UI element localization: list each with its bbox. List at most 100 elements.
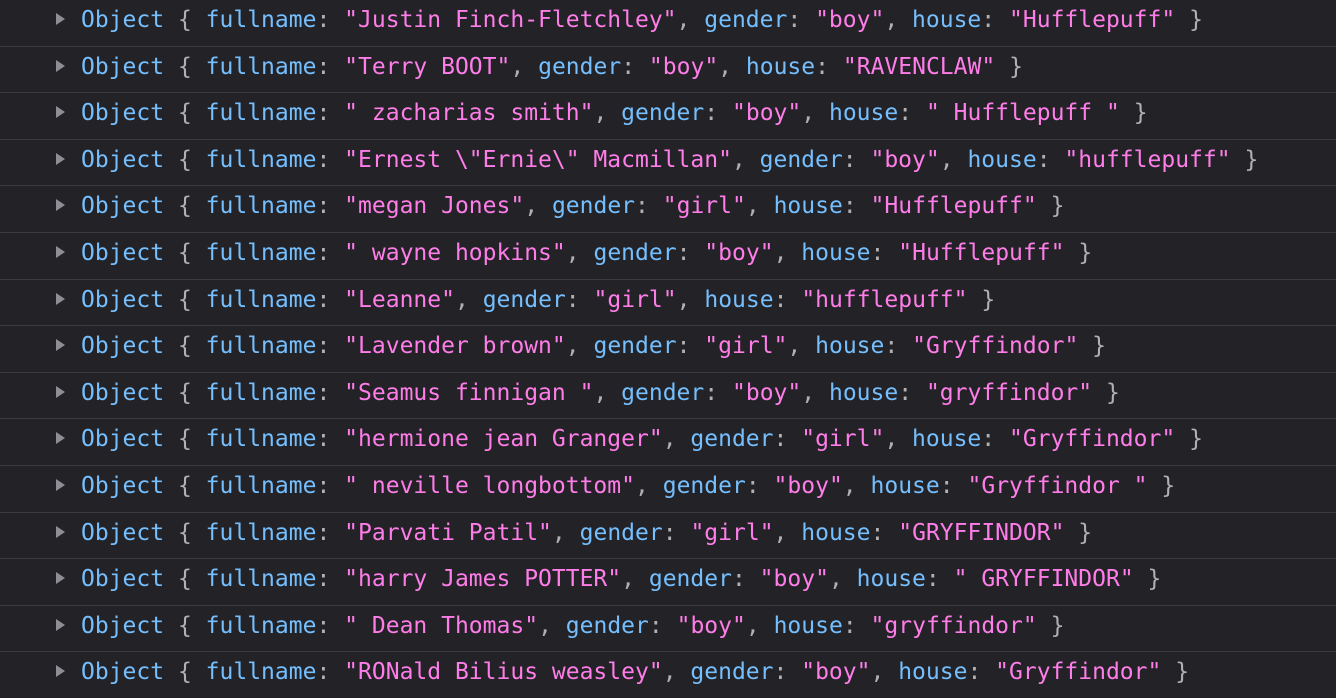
comma: , — [745, 612, 760, 639]
object-type-label: Object — [81, 333, 165, 360]
console-log-row[interactable]: Object { fullname: "megan Jones", gender… — [0, 186, 1336, 233]
expand-arrow-icon[interactable] — [56, 525, 65, 538]
quote: " — [704, 53, 719, 80]
close-brace: } — [1078, 239, 1093, 266]
expand-arrow-icon[interactable] — [56, 292, 65, 305]
gender-key: gender — [621, 379, 705, 406]
house-key: house — [815, 333, 885, 360]
quote: " — [1050, 519, 1065, 546]
console-log-row[interactable]: Object { fullname: " wayne hopkins", gen… — [0, 233, 1336, 280]
quote: " — [1022, 193, 1037, 220]
quote: " — [607, 566, 622, 593]
quote: " — [676, 612, 691, 639]
colon: : — [316, 100, 331, 127]
colon: : — [635, 193, 649, 220]
house-key: house — [870, 472, 940, 499]
gender-value: "boy" — [815, 7, 884, 33]
gender-text: boy — [884, 146, 926, 173]
comma: , — [939, 146, 954, 173]
quote: " — [344, 286, 359, 313]
comma: , — [676, 7, 691, 33]
expand-arrow-icon[interactable] — [56, 106, 65, 119]
quote: " — [344, 519, 359, 546]
gender-value: "boy" — [732, 380, 801, 406]
gender-value: "girl" — [704, 333, 787, 359]
house-text: Gryffindor — [925, 333, 1065, 360]
open-brace: { — [177, 519, 192, 546]
open-brace: { — [177, 53, 192, 80]
colon: : — [704, 100, 719, 127]
console-output: Object { fullname: "Justin Finch-Fletchl… — [0, 0, 1336, 698]
expand-arrow-icon[interactable] — [56, 618, 65, 631]
house-value: "RAVENCLAW" — [843, 54, 995, 80]
object-type-label: Object — [81, 566, 165, 593]
expand-arrow-icon[interactable] — [56, 572, 65, 585]
colon: : — [662, 519, 677, 546]
quote: " — [815, 7, 829, 33]
fullname-text: hermione jean Granger — [358, 426, 649, 453]
quote: " — [732, 193, 746, 220]
gender-text: boy — [773, 566, 816, 593]
console-log-row[interactable]: Object { fullname: "Terry BOOT", gender:… — [0, 47, 1336, 94]
close-brace: } — [1161, 472, 1176, 499]
object-type-label: Object — [81, 239, 165, 266]
expand-arrow-icon[interactable] — [56, 665, 65, 678]
console-log-row[interactable]: Object { fullname: " zacharias smith", g… — [0, 93, 1336, 140]
console-log-row[interactable]: Object { fullname: "hermione jean Grange… — [0, 419, 1336, 466]
console-log-row[interactable]: Object { fullname: "Seamus finnigan ", g… — [0, 373, 1336, 420]
gender-value: "boy" — [677, 613, 746, 639]
expand-arrow-icon[interactable] — [56, 339, 65, 352]
colon: : — [731, 566, 746, 593]
console-log-row[interactable]: Object { fullname: "Lavender brown", gen… — [0, 326, 1336, 373]
comma: , — [565, 333, 580, 360]
quote: " — [718, 146, 732, 173]
colon: : — [316, 426, 331, 453]
house-text: RAVENCLAW — [856, 53, 982, 80]
object-preview: Object { fullname: " zacharias smith", g… — [81, 95, 1148, 131]
colon: : — [1036, 146, 1051, 173]
console-log-row[interactable]: Object { fullname: "Leanne", gender: "gi… — [0, 280, 1336, 327]
house-key: house — [745, 53, 816, 80]
comma: , — [510, 53, 525, 80]
gender-text: boy — [690, 612, 732, 639]
console-log-row[interactable]: Object { fullname: " Dean Thomas", gende… — [0, 606, 1336, 653]
gender-key: gender — [551, 193, 636, 220]
gender-key: gender — [593, 333, 677, 360]
object-preview: Object { fullname: "harry James POTTER",… — [81, 561, 1161, 597]
quote: " — [648, 659, 663, 686]
console-log-row[interactable]: Object { fullname: "Parvati Patil", gend… — [0, 513, 1336, 560]
comma: , — [842, 472, 857, 499]
house-key: house — [912, 426, 982, 453]
fullname-key: fullname — [205, 612, 317, 639]
expand-arrow-icon[interactable] — [56, 245, 65, 258]
expand-arrow-icon[interactable] — [56, 152, 65, 165]
console-log-row[interactable]: Object { fullname: "RONald Bilius weasle… — [0, 652, 1336, 698]
expand-arrow-icon[interactable] — [56, 478, 65, 491]
console-log-row[interactable]: Object { fullname: " neville longbottom"… — [0, 466, 1336, 513]
expand-arrow-icon[interactable] — [56, 199, 65, 212]
colon: : — [870, 519, 885, 546]
gender-key: gender — [593, 239, 677, 266]
quote: " — [759, 566, 774, 593]
expand-arrow-icon[interactable] — [56, 385, 65, 398]
console-log-row[interactable]: Object { fullname: "Ernest \"Ernie\" Mac… — [0, 140, 1336, 187]
comma: , — [538, 612, 552, 639]
gender-value: "boy" — [732, 100, 801, 126]
house-key: house — [801, 239, 871, 266]
fullname-text: Leanne — [358, 286, 442, 313]
console-log-row[interactable]: Object { fullname: "harry James POTTER",… — [0, 559, 1336, 606]
colon: : — [316, 146, 331, 173]
expand-arrow-icon[interactable] — [56, 432, 65, 445]
house-key: house — [856, 566, 926, 593]
object-preview: Object { fullname: "Parvati Patil", gend… — [81, 515, 1092, 551]
house-value: "Gryffindor" — [1009, 426, 1175, 452]
open-brace: { — [177, 566, 192, 593]
open-brace: { — [177, 100, 192, 127]
object-type-label: Object — [81, 193, 165, 220]
comma: , — [565, 239, 580, 266]
expand-arrow-icon[interactable] — [56, 59, 65, 72]
fullname-value: "megan Jones" — [344, 193, 524, 219]
quote: " — [1009, 7, 1023, 33]
console-log-row[interactable]: Object { fullname: "Justin Finch-Fletchl… — [0, 0, 1336, 47]
expand-arrow-icon[interactable] — [56, 13, 65, 25]
